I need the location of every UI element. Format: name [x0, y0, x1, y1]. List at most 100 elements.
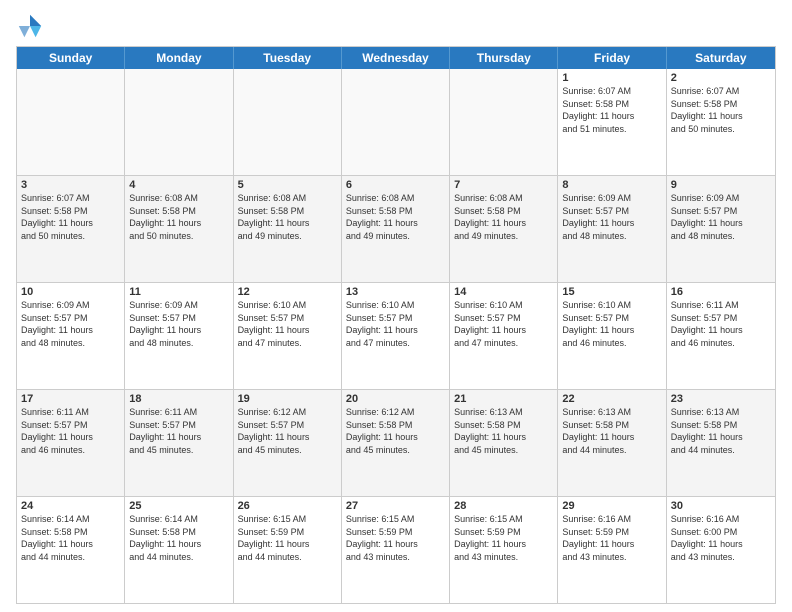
day-number: 24 [21, 500, 120, 512]
day-info: Sunrise: 6:07 AM Sunset: 5:58 PM Dayligh… [671, 85, 771, 135]
calendar-cell: 26Sunrise: 6:15 AM Sunset: 5:59 PM Dayli… [234, 497, 342, 603]
calendar-cell [342, 69, 450, 175]
calendar-cell: 3Sunrise: 6:07 AM Sunset: 5:58 PM Daylig… [17, 176, 125, 282]
calendar-cell: 30Sunrise: 6:16 AM Sunset: 6:00 PM Dayli… [667, 497, 775, 603]
day-info: Sunrise: 6:12 AM Sunset: 5:58 PM Dayligh… [346, 406, 445, 456]
day-number: 23 [671, 393, 771, 405]
day-number: 14 [454, 286, 553, 298]
day-info: Sunrise: 6:15 AM Sunset: 5:59 PM Dayligh… [454, 513, 553, 563]
day-number: 28 [454, 500, 553, 512]
day-info: Sunrise: 6:09 AM Sunset: 5:57 PM Dayligh… [562, 192, 661, 242]
day-number: 9 [671, 179, 771, 191]
day-number: 5 [238, 179, 337, 191]
calendar-cell: 12Sunrise: 6:10 AM Sunset: 5:57 PM Dayli… [234, 283, 342, 389]
calendar-row: 1 Sunrise: 6:07 AM Sunset: 5:58 PM Daylig… [17, 69, 775, 175]
day-number: 29 [562, 500, 661, 512]
day-number: 18 [129, 393, 228, 405]
day-info: Sunrise: 6:16 AM Sunset: 6:00 PM Dayligh… [671, 513, 771, 563]
calendar: SundayMondayTuesdayWednesdayThursdayFrid… [16, 46, 776, 604]
day-info: Sunrise: 6:11 AM Sunset: 5:57 PM Dayligh… [129, 406, 228, 456]
calendar-cell: 29Sunrise: 6:16 AM Sunset: 5:59 PM Dayli… [558, 497, 666, 603]
day-info: Sunrise: 6:09 AM Sunset: 5:57 PM Dayligh… [129, 299, 228, 349]
day-number: 20 [346, 393, 445, 405]
day-number: 16 [671, 286, 771, 298]
day-info: Sunrise: 6:11 AM Sunset: 5:57 PM Dayligh… [671, 299, 771, 349]
calendar-cell: 22Sunrise: 6:13 AM Sunset: 5:58 PM Dayli… [558, 390, 666, 496]
calendar-cell: 15Sunrise: 6:10 AM Sunset: 5:57 PM Dayli… [558, 283, 666, 389]
day-number: 4 [129, 179, 228, 191]
logo [16, 12, 48, 40]
day-info: Sunrise: 6:13 AM Sunset: 5:58 PM Dayligh… [671, 406, 771, 456]
day-info: Sunrise: 6:10 AM Sunset: 5:57 PM Dayligh… [346, 299, 445, 349]
calendar-cell: 18Sunrise: 6:11 AM Sunset: 5:57 PM Dayli… [125, 390, 233, 496]
calendar-cell: 5Sunrise: 6:08 AM Sunset: 5:58 PM Daylig… [234, 176, 342, 282]
calendar-cell: 16Sunrise: 6:11 AM Sunset: 5:57 PM Dayli… [667, 283, 775, 389]
day-info: Sunrise: 6:15 AM Sunset: 5:59 PM Dayligh… [346, 513, 445, 563]
day-number: 25 [129, 500, 228, 512]
calendar-cell [17, 69, 125, 175]
day-number: 21 [454, 393, 553, 405]
weekday-header: Wednesday [342, 47, 450, 69]
day-number: 1 [562, 72, 661, 84]
calendar-cell: 9Sunrise: 6:09 AM Sunset: 5:57 PM Daylig… [667, 176, 775, 282]
calendar-row: 3Sunrise: 6:07 AM Sunset: 5:58 PM Daylig… [17, 175, 775, 282]
calendar-cell: 14Sunrise: 6:10 AM Sunset: 5:57 PM Dayli… [450, 283, 558, 389]
calendar-cell: 23Sunrise: 6:13 AM Sunset: 5:58 PM Dayli… [667, 390, 775, 496]
day-number: 30 [671, 500, 771, 512]
calendar-row: 24 Sunrise: 6:14 AM Sunset: 5:58 PM Dayli… [17, 496, 775, 603]
calendar-cell: 20Sunrise: 6:12 AM Sunset: 5:58 PM Dayli… [342, 390, 450, 496]
calendar-cell [450, 69, 558, 175]
day-number: 6 [346, 179, 445, 191]
day-info: Sunrise: 6:10 AM Sunset: 5:57 PM Dayligh… [238, 299, 337, 349]
day-info: Sunrise: 6:13 AM Sunset: 5:58 PM Dayligh… [454, 406, 553, 456]
calendar-cell: 6Sunrise: 6:08 AM Sunset: 5:58 PM Daylig… [342, 176, 450, 282]
day-number: 15 [562, 286, 661, 298]
day-info: Sunrise: 6:12 AM Sunset: 5:57 PM Dayligh… [238, 406, 337, 456]
calendar-cell: 4Sunrise: 6:08 AM Sunset: 5:58 PM Daylig… [125, 176, 233, 282]
day-info: Sunrise: 6:08 AM Sunset: 5:58 PM Dayligh… [454, 192, 553, 242]
calendar-cell: 7Sunrise: 6:08 AM Sunset: 5:58 PM Daylig… [450, 176, 558, 282]
calendar-cell [125, 69, 233, 175]
calendar-cell: 8Sunrise: 6:09 AM Sunset: 5:57 PM Daylig… [558, 176, 666, 282]
calendar-cell: 28Sunrise: 6:15 AM Sunset: 5:59 PM Dayli… [450, 497, 558, 603]
calendar-cell: 25Sunrise: 6:14 AM Sunset: 5:58 PM Dayli… [125, 497, 233, 603]
day-number: 26 [238, 500, 337, 512]
calendar-cell: 27Sunrise: 6:15 AM Sunset: 5:59 PM Dayli… [342, 497, 450, 603]
calendar-row: 17Sunrise: 6:11 AM Sunset: 5:57 PM Dayli… [17, 389, 775, 496]
day-info: Sunrise: 6:10 AM Sunset: 5:57 PM Dayligh… [454, 299, 553, 349]
day-number: 22 [562, 393, 661, 405]
weekday-header: Sunday [17, 47, 125, 69]
day-number: 3 [21, 179, 120, 191]
day-number: 17 [21, 393, 120, 405]
day-number: 10 [21, 286, 120, 298]
day-info: Sunrise: 6:15 AM Sunset: 5:59 PM Dayligh… [238, 513, 337, 563]
calendar-cell: 24Sunrise: 6:14 AM Sunset: 5:58 PM Dayli… [17, 497, 125, 603]
day-info: Sunrise: 6:13 AM Sunset: 5:58 PM Dayligh… [562, 406, 661, 456]
weekday-header: Friday [558, 47, 666, 69]
header [16, 12, 776, 40]
day-info: Sunrise: 6:14 AM Sunset: 5:58 PM Dayligh… [129, 513, 228, 563]
calendar-cell: 17Sunrise: 6:11 AM Sunset: 5:57 PM Dayli… [17, 390, 125, 496]
day-number: 27 [346, 500, 445, 512]
day-info: Sunrise: 6:16 AM Sunset: 5:59 PM Dayligh… [562, 513, 661, 563]
day-number: 13 [346, 286, 445, 298]
calendar-cell: 13Sunrise: 6:10 AM Sunset: 5:57 PM Dayli… [342, 283, 450, 389]
calendar-row: 10 Sunrise: 6:09 AM Sunset: 5:57 PM Dayli… [17, 282, 775, 389]
day-number: 8 [562, 179, 661, 191]
calendar-cell: 11Sunrise: 6:09 AM Sunset: 5:57 PM Dayli… [125, 283, 233, 389]
calendar-cell: 21Sunrise: 6:13 AM Sunset: 5:58 PM Dayli… [450, 390, 558, 496]
day-number: 12 [238, 286, 337, 298]
day-number: 7 [454, 179, 553, 191]
page: SundayMondayTuesdayWednesdayThursdayFrid… [0, 0, 792, 612]
day-info: Sunrise: 6:11 AM Sunset: 5:57 PM Dayligh… [21, 406, 120, 456]
calendar-header: SundayMondayTuesdayWednesdayThursdayFrid… [17, 47, 775, 69]
weekday-header: Thursday [450, 47, 558, 69]
logo-icon [16, 12, 44, 40]
day-info: Sunrise: 6:09 AM Sunset: 5:57 PM Dayligh… [671, 192, 771, 242]
day-info: Sunrise: 6:10 AM Sunset: 5:57 PM Dayligh… [562, 299, 661, 349]
weekday-header: Tuesday [234, 47, 342, 69]
day-number: 19 [238, 393, 337, 405]
day-number: 2 [671, 72, 771, 84]
calendar-cell: 19Sunrise: 6:12 AM Sunset: 5:57 PM Dayli… [234, 390, 342, 496]
calendar-cell: 2Sunrise: 6:07 AM Sunset: 5:58 PM Daylig… [667, 69, 775, 175]
